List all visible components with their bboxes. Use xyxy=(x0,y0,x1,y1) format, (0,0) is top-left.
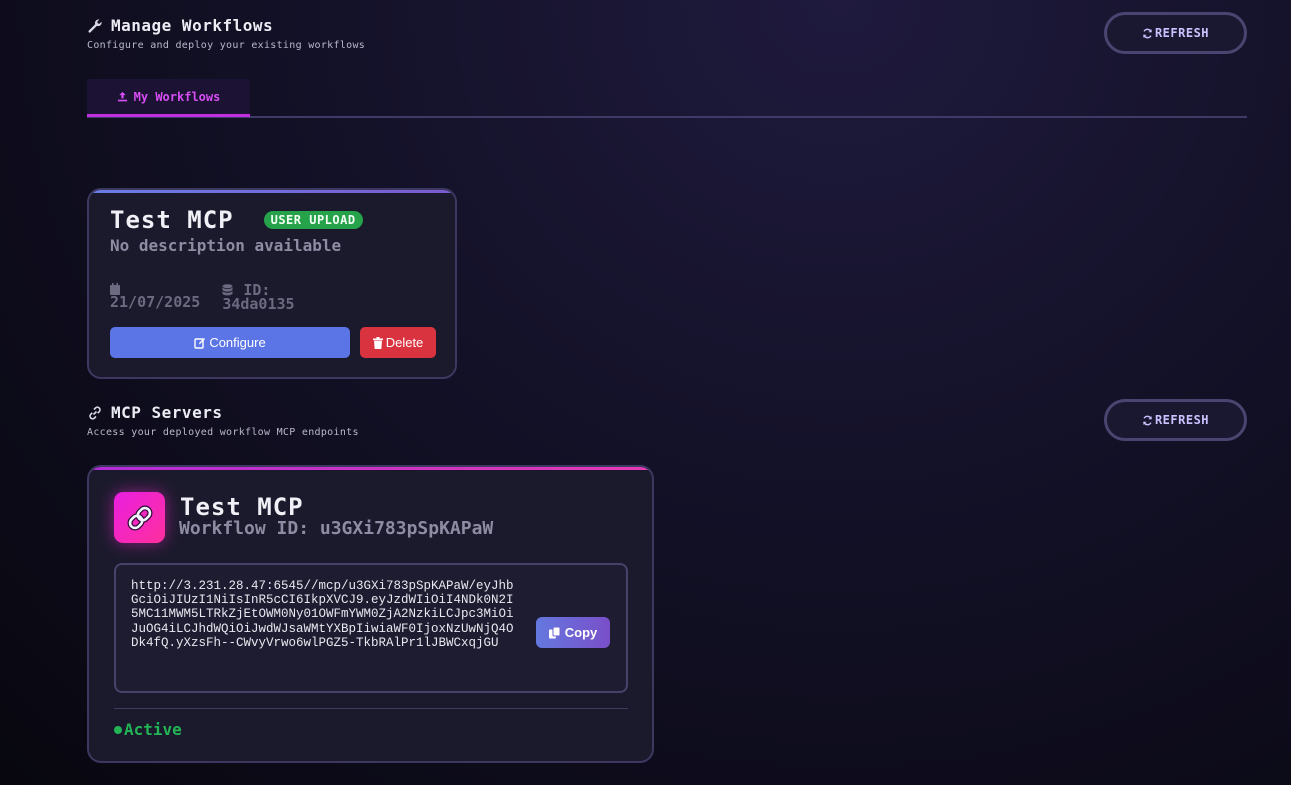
link-icon xyxy=(87,405,103,421)
refresh-mcp-button[interactable]: REFRESH xyxy=(1104,399,1247,441)
refresh-workflows-button[interactable]: REFRESH xyxy=(1104,12,1247,54)
delete-button[interactable]: Delete xyxy=(360,327,436,358)
workflow-description: No description available xyxy=(110,236,342,255)
refresh-icon xyxy=(1142,28,1153,39)
workflow-card: Test MCP USER UPLOAD No description avai… xyxy=(87,188,457,379)
mcp-server-card: Test MCP Workflow ID: u3GXi783pSpKAPaW h… xyxy=(87,465,654,763)
workflow-title: Test MCP xyxy=(110,206,234,234)
mcp-servers-title: MCP Servers xyxy=(87,403,359,422)
edit-icon xyxy=(194,337,206,349)
refresh-icon xyxy=(1142,415,1153,426)
mcp-servers-header: MCP Servers Access your deployed workflo… xyxy=(87,403,359,438)
endpoint-url-box: http://3.231.28.47:6545//mcp/u3GXi783pSp… xyxy=(114,563,628,693)
user-upload-badge: USER UPLOAD xyxy=(263,211,363,229)
workflow-meta: 21/07/2025 ID: 34da0135 xyxy=(110,281,295,313)
manage-workflows-header: Manage Workflows Configure and deploy yo… xyxy=(87,16,365,51)
mcp-server-title: Test MCP xyxy=(180,493,304,521)
manage-workflows-title: Manage Workflows xyxy=(87,16,365,35)
status-dot-icon xyxy=(114,725,122,734)
workflow-tabs: My Workflows xyxy=(87,79,1247,118)
upload-icon xyxy=(117,91,128,102)
mcp-workflow-id: Workflow ID: u3GXi783pSpKAPaW xyxy=(179,518,494,539)
chain-link-icon xyxy=(125,503,155,533)
mcp-servers-subtitle: Access your deployed workflow MCP endpoi… xyxy=(87,427,359,438)
manage-workflows-subtitle: Configure and deploy your existing workf… xyxy=(87,40,366,51)
tab-my-workflows[interactable]: My Workflows xyxy=(87,79,250,117)
endpoint-url[interactable]: http://3.231.28.47:6545//mcp/u3GXi783pSp… xyxy=(131,579,521,650)
copy-icon xyxy=(548,626,561,639)
copy-button[interactable]: Copy xyxy=(536,617,610,648)
divider xyxy=(114,708,628,709)
wrench-icon xyxy=(87,18,103,34)
mcp-logo xyxy=(114,492,165,543)
status-badge: Active xyxy=(114,720,182,739)
configure-button[interactable]: Configure xyxy=(110,327,350,358)
workflow-id: 34da0135 xyxy=(222,295,295,313)
trash-icon xyxy=(372,336,383,349)
workflow-date: 21/07/2025 xyxy=(110,293,201,311)
